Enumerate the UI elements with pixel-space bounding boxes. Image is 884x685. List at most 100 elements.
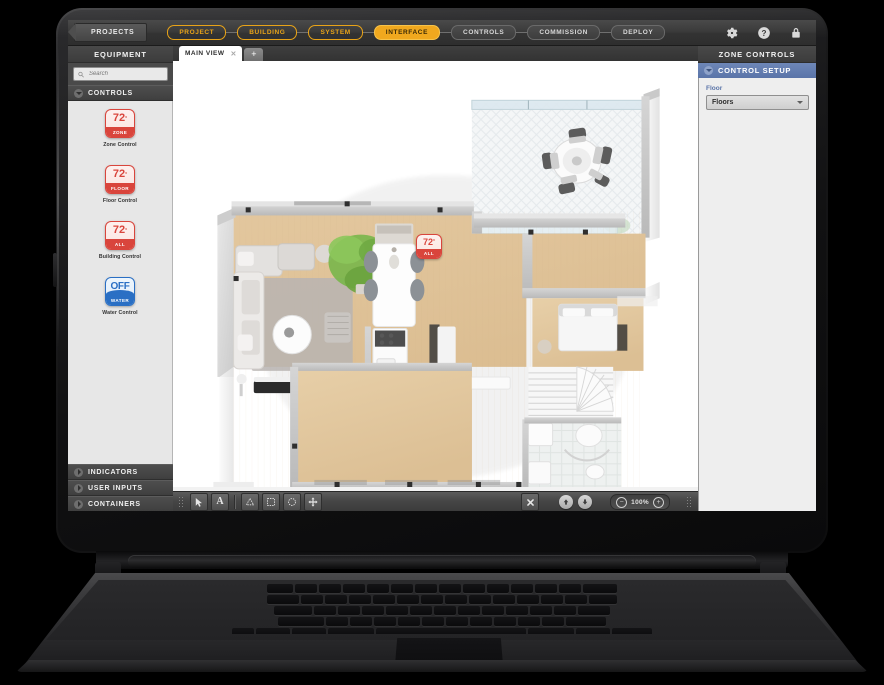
palette-item-building-control[interactable]: 72 ° ALL Building Control	[68, 221, 172, 260]
sidebar-section-user-inputs[interactable]: USER INPUTS	[68, 480, 173, 496]
keyboard-key[interactable]	[376, 628, 526, 634]
canvas-horizontal-scrollbar[interactable]	[173, 487, 698, 491]
keyboard-key[interactable]	[463, 584, 485, 593]
keyboard-key[interactable]	[542, 617, 564, 626]
keyboard-key[interactable]	[326, 617, 348, 626]
keyboard-key[interactable]	[349, 595, 371, 604]
breadcrumb-controls[interactable]: CONTROLS	[451, 25, 517, 40]
keyboard-key[interactable]	[367, 584, 389, 593]
keyboard-key[interactable]	[343, 584, 365, 593]
keyboard-key[interactable]	[415, 584, 437, 593]
close-icon[interactable]: ✕	[231, 50, 237, 58]
keyboard-key[interactable]	[506, 606, 528, 615]
thermostat-widget-zone[interactable]: 72 ° ZONE	[105, 109, 135, 138]
keyboard-key[interactable]	[314, 606, 336, 615]
keyboard-key[interactable]	[278, 617, 324, 626]
floorplan-canvas[interactable]: 72 ° ALL	[173, 61, 698, 491]
keyboard-keys[interactable]	[58, 582, 826, 634]
add-tab-button[interactable]: +	[244, 48, 264, 61]
sidebar-section-containers[interactable]: CONTAINERS	[68, 496, 173, 511]
keyboard-key[interactable]	[274, 606, 312, 615]
keyboard-key[interactable]	[612, 628, 652, 634]
toolbar-drag-handle-right[interactable]	[686, 495, 693, 509]
breadcrumb-building[interactable]: BUILDING	[237, 25, 298, 40]
keyboard-key[interactable]	[373, 595, 395, 604]
thermostat-widget-all[interactable]: 72 ° ALL	[416, 234, 442, 259]
keyboard-key[interactable]	[576, 628, 610, 634]
breadcrumb-project[interactable]: PROJECT	[167, 25, 227, 40]
keyboard-key[interactable]	[374, 617, 396, 626]
ellipse-select-tool[interactable]	[283, 493, 301, 511]
text-tool[interactable]: A	[211, 493, 229, 511]
sidebar-section-controls[interactable]: CONTROLS	[68, 85, 173, 101]
sidebar-section-indicators[interactable]: INDICATORS	[68, 464, 173, 480]
keyboard-key[interactable]	[583, 584, 617, 593]
send-backward-button[interactable]	[578, 495, 593, 509]
keyboard-key[interactable]	[518, 617, 540, 626]
search-input[interactable]	[86, 70, 163, 78]
keyboard-key[interactable]	[482, 606, 504, 615]
bring-forward-button[interactable]	[559, 495, 574, 509]
floor-select[interactable]: Floors	[706, 95, 809, 110]
keyboard-key[interactable]	[445, 595, 467, 604]
keyboard-key[interactable]	[541, 595, 563, 604]
keyboard-key[interactable]	[292, 628, 326, 634]
keyboard-key[interactable]	[517, 595, 539, 604]
keyboard-key[interactable]	[458, 606, 480, 615]
keyboard-key[interactable]	[325, 595, 347, 604]
palette-item-water-control[interactable]: OFF WATER Water Control	[68, 277, 172, 316]
palette-item-zone-control[interactable]: 72 ° ZONE Zone Control	[68, 109, 172, 148]
thermostat-widget-all[interactable]: 72 ° ALL	[105, 221, 135, 250]
polygon-select-tool[interactable]	[241, 493, 259, 511]
keyboard-key[interactable]	[301, 595, 323, 604]
keyboard-key[interactable]	[578, 606, 610, 615]
keyboard-key[interactable]	[397, 595, 419, 604]
toolbar-drag-handle[interactable]	[178, 495, 185, 509]
rpanel-section-control-setup[interactable]: CONTROL SETUP	[698, 63, 816, 78]
keyboard-key[interactable]	[421, 595, 443, 604]
rect-select-tool[interactable]	[262, 493, 280, 511]
keyboard-key[interactable]	[554, 606, 576, 615]
keyboard-key[interactable]	[493, 595, 515, 604]
breadcrumb-interface[interactable]: INTERFACE	[373, 25, 441, 40]
keyboard-key[interactable]	[511, 584, 533, 593]
thermostat-widget-floor[interactable]: 72 ° FLOOR	[105, 165, 135, 194]
keyboard-key[interactable]	[446, 617, 468, 626]
placed-zone-control-widget[interactable]: 72 ° ALL	[416, 234, 442, 259]
keyboard-key[interactable]	[487, 584, 509, 593]
keyboard-key[interactable]	[422, 617, 444, 626]
keyboard-key[interactable]	[470, 617, 492, 626]
keyboard-key[interactable]	[267, 584, 293, 593]
keyboard-key[interactable]	[386, 606, 408, 615]
help-icon[interactable]: ?	[757, 26, 771, 40]
move-tool[interactable]	[304, 493, 322, 511]
tab-main-view[interactable]: MAIN VIEW ✕	[179, 46, 243, 61]
search-box[interactable]	[73, 67, 168, 81]
keyboard-key[interactable]	[338, 606, 360, 615]
thermostat-widget-water[interactable]: OFF WATER	[105, 277, 135, 306]
breadcrumb-deploy[interactable]: DEPLOY	[610, 25, 666, 40]
keyboard-key[interactable]	[295, 584, 317, 593]
keyboard-key[interactable]	[566, 617, 606, 626]
breadcrumb-commission[interactable]: COMMISSION	[527, 25, 600, 40]
keyboard-key[interactable]	[232, 628, 254, 634]
keyboard-key[interactable]	[410, 606, 432, 615]
keyboard-key[interactable]	[494, 617, 516, 626]
keyboard-key[interactable]	[559, 584, 581, 593]
keyboard-key[interactable]	[528, 628, 574, 634]
keyboard-key[interactable]	[434, 606, 456, 615]
keyboard-key[interactable]	[362, 606, 384, 615]
breadcrumb-system[interactable]: SYSTEM	[308, 25, 363, 40]
keyboard-key[interactable]	[267, 595, 299, 604]
keyboard-key[interactable]	[535, 584, 557, 593]
device-side-button[interactable]	[53, 253, 57, 287]
keyboard-key[interactable]	[256, 628, 290, 634]
select-arrow-tool[interactable]	[190, 493, 208, 511]
keyboard-key[interactable]	[391, 584, 413, 593]
palette-item-floor-control[interactable]: 72 ° FLOOR Floor Control	[68, 165, 172, 204]
keyboard-key[interactable]	[565, 595, 587, 604]
zoom-in-button[interactable]: +	[653, 496, 664, 508]
keyboard-key[interactable]	[439, 584, 461, 593]
keyboard-key[interactable]	[398, 617, 420, 626]
projects-back-button[interactable]: PROJECTS	[68, 23, 148, 42]
